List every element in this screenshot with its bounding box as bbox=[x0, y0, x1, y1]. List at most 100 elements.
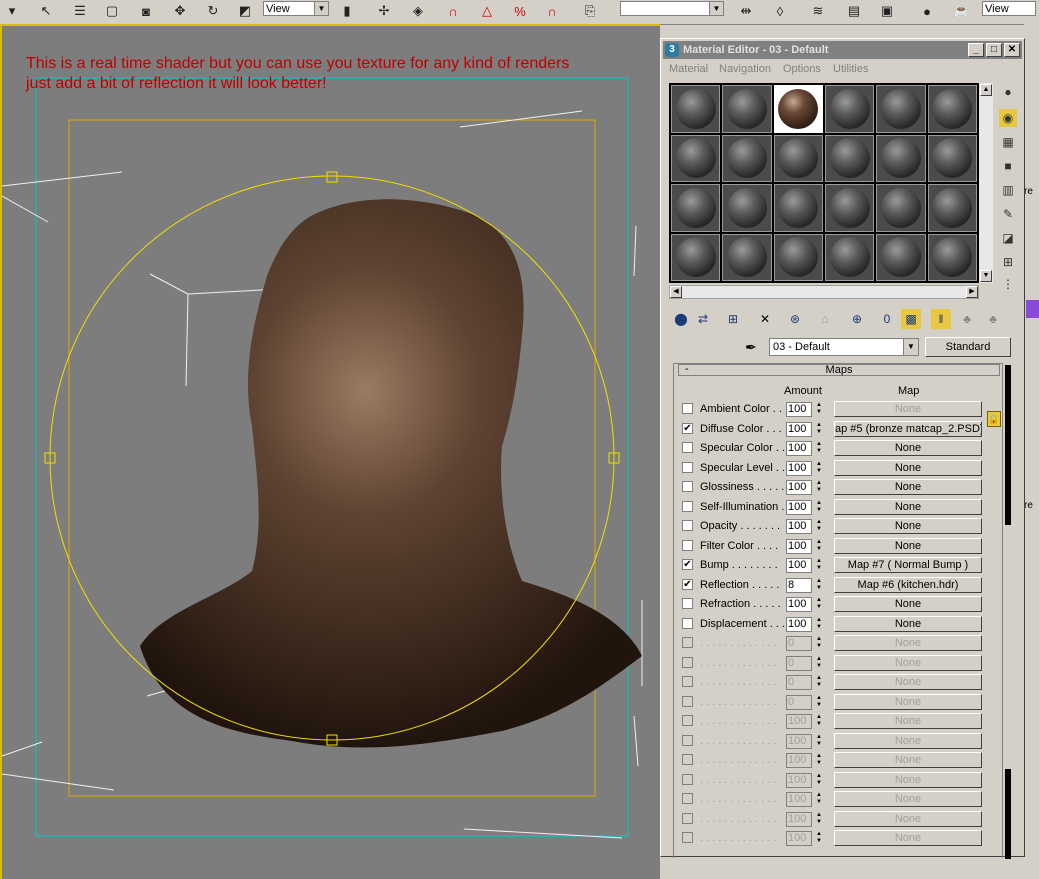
lock-icon[interactable]: 🔒 bbox=[987, 411, 1001, 427]
map-amount-field[interactable]: 100 bbox=[786, 421, 812, 437]
amount-spinner[interactable]: ▲ ▼ bbox=[814, 773, 824, 788]
named-selection-dropdown[interactable]: ▼ bbox=[620, 1, 724, 16]
menu-navigation[interactable]: Navigation bbox=[719, 63, 771, 75]
color-swatch[interactable] bbox=[1026, 300, 1039, 318]
amount-spinner[interactable]: ▲ ▼ bbox=[814, 578, 824, 593]
sample-slot[interactable] bbox=[671, 85, 721, 133]
map-amount-field[interactable]: 100 bbox=[786, 460, 812, 476]
amount-spinner[interactable]: ▲ ▼ bbox=[814, 734, 824, 749]
title-bar[interactable]: 3 Material Editor - 03 - Default _ □ ✕ bbox=[663, 41, 1022, 59]
sample-slot[interactable] bbox=[773, 184, 823, 232]
perspective-viewport[interactable]: This is a real time shader but you can u… bbox=[0, 24, 660, 879]
sample-slot[interactable] bbox=[722, 134, 772, 182]
map-enable-checkbox[interactable] bbox=[682, 695, 693, 707]
put-to-library-icon[interactable]: ⊕ bbox=[847, 309, 867, 329]
sample-slot[interactable] bbox=[927, 233, 977, 281]
map-slot-button[interactable]: None bbox=[834, 752, 982, 768]
sample-slot[interactable] bbox=[824, 134, 875, 182]
map-slot-button[interactable]: Map #7 ( Normal Bump ) bbox=[834, 557, 982, 573]
map-enable-checkbox[interactable] bbox=[682, 481, 693, 492]
map-slot-button[interactable]: None bbox=[834, 693, 982, 710]
map-amount-field[interactable]: 100 bbox=[786, 538, 812, 554]
map-slot-button[interactable]: ap #5 (bronze matcap_2.PSD) bbox=[834, 420, 982, 437]
scroll-right-icon[interactable]: ▶ bbox=[966, 286, 978, 298]
map-slot-button[interactable]: None bbox=[834, 615, 982, 632]
map-slot-button[interactable]: Map #6 (kitchen.hdr) bbox=[834, 576, 982, 593]
map-enable-checkbox[interactable] bbox=[682, 617, 693, 629]
scroll-up-icon[interactable]: ▲ bbox=[980, 84, 992, 96]
amount-spinner[interactable]: ▲ ▼ bbox=[814, 597, 824, 612]
material-name-dropdown[interactable]: 03 - Default ▼ bbox=[769, 338, 919, 356]
amount-spinner[interactable]: ▲ ▼ bbox=[814, 539, 824, 554]
background-checker-icon[interactable]: ▦ bbox=[999, 133, 1017, 151]
map-amount-field[interactable]: 100 bbox=[786, 402, 812, 417]
put-material-icon[interactable]: ⇄ bbox=[693, 309, 713, 329]
select-object-icon[interactable]: ↖ bbox=[36, 1, 56, 21]
map-amount-field[interactable]: 100 bbox=[786, 558, 812, 573]
pick-material-icon[interactable]: ✒ bbox=[745, 339, 757, 356]
snap-3d-icon[interactable]: ∩ bbox=[443, 1, 463, 21]
amount-spinner[interactable]: ▲ ▼ bbox=[814, 675, 824, 690]
map-enable-checkbox[interactable]: ✔ bbox=[682, 578, 693, 590]
sample-slot[interactable] bbox=[876, 134, 926, 182]
select-by-material-icon[interactable]: ⊞ bbox=[999, 253, 1017, 271]
amount-spinner[interactable]: ▲ ▼ bbox=[814, 695, 824, 710]
map-amount-field[interactable]: 0 bbox=[786, 675, 812, 690]
amount-spinner[interactable]: ▲ ▼ bbox=[814, 617, 824, 632]
map-amount-field[interactable]: 100 bbox=[786, 441, 812, 456]
menu-utilities[interactable]: Utilities bbox=[833, 63, 868, 75]
amount-spinner[interactable]: ▲ ▼ bbox=[814, 558, 824, 573]
get-material-icon[interactable]: ⬤ bbox=[671, 309, 691, 329]
amount-spinner[interactable]: ▲ ▼ bbox=[814, 636, 824, 651]
map-enable-checkbox[interactable]: ✔ bbox=[682, 559, 693, 570]
sample-slot[interactable] bbox=[927, 184, 977, 232]
amount-spinner[interactable]: ▲ ▼ bbox=[814, 753, 824, 768]
map-slot-button[interactable]: None bbox=[834, 596, 982, 612]
map-amount-field[interactable]: 0 bbox=[786, 636, 812, 651]
amount-spinner[interactable]: ▲ ▼ bbox=[814, 461, 824, 476]
map-amount-field[interactable]: 100 bbox=[786, 480, 812, 495]
sample-uv-tiling-icon[interactable]: ■ bbox=[999, 157, 1017, 175]
sample-slot[interactable] bbox=[927, 134, 977, 182]
map-amount-field[interactable]: 100 bbox=[786, 499, 812, 515]
map-amount-field[interactable]: 100 bbox=[786, 792, 812, 807]
map-amount-field[interactable]: 0 bbox=[786, 694, 812, 710]
edit-named-selection-icon[interactable]: ⎘ bbox=[580, 1, 600, 21]
assign-material-icon[interactable]: ⊞ bbox=[723, 309, 743, 329]
map-enable-checkbox[interactable] bbox=[682, 793, 693, 804]
map-slot-button[interactable]: None bbox=[834, 732, 982, 749]
sample-slot[interactable] bbox=[773, 134, 823, 182]
map-slot-button[interactable]: None bbox=[834, 401, 982, 417]
maximize-button[interactable]: □ bbox=[986, 43, 1002, 57]
rotate-icon[interactable]: ↻ bbox=[203, 1, 223, 21]
options-icon[interactable]: ◪ bbox=[999, 229, 1017, 247]
map-enable-checkbox[interactable] bbox=[682, 812, 693, 824]
sample-slot[interactable] bbox=[671, 134, 721, 182]
amount-spinner[interactable]: ▲ ▼ bbox=[814, 656, 824, 671]
sample-slot[interactable] bbox=[773, 85, 823, 133]
window-crossing-icon[interactable]: ◙ bbox=[136, 1, 156, 21]
map-enable-checkbox[interactable] bbox=[682, 637, 693, 648]
map-slot-button[interactable]: None bbox=[834, 674, 982, 690]
map-slot-button[interactable]: None bbox=[834, 537, 982, 554]
map-slot-button[interactable]: None bbox=[834, 635, 982, 651]
map-enable-checkbox[interactable] bbox=[682, 461, 693, 473]
map-amount-field[interactable]: 100 bbox=[786, 597, 812, 612]
minimize-button[interactable]: _ bbox=[968, 43, 984, 57]
sample-slot[interactable] bbox=[773, 233, 823, 281]
maps-rollout-header[interactable]: - Maps bbox=[678, 364, 1000, 376]
select-by-name-icon[interactable]: ☰ bbox=[70, 1, 90, 21]
amount-spinner[interactable]: ▲ ▼ bbox=[814, 402, 824, 417]
sample-type-icon[interactable]: ● bbox=[999, 83, 1017, 101]
backlight-icon[interactable]: ◉ bbox=[999, 109, 1017, 127]
map-enable-checkbox[interactable] bbox=[682, 773, 693, 785]
map-amount-field[interactable]: 8 bbox=[786, 577, 812, 593]
pivot-icon[interactable]: ▮ bbox=[337, 1, 357, 21]
map-enable-checkbox[interactable] bbox=[682, 500, 693, 512]
scroll-down-icon[interactable]: ▼ bbox=[980, 270, 992, 282]
amount-spinner[interactable]: ▲ ▼ bbox=[814, 441, 824, 456]
make-unique-icon[interactable]: ⌂ bbox=[815, 309, 835, 329]
layers-icon[interactable]: ≋ bbox=[808, 1, 828, 21]
amount-spinner[interactable]: ▲ ▼ bbox=[814, 500, 824, 515]
amount-spinner[interactable]: ▲ ▼ bbox=[814, 792, 824, 807]
